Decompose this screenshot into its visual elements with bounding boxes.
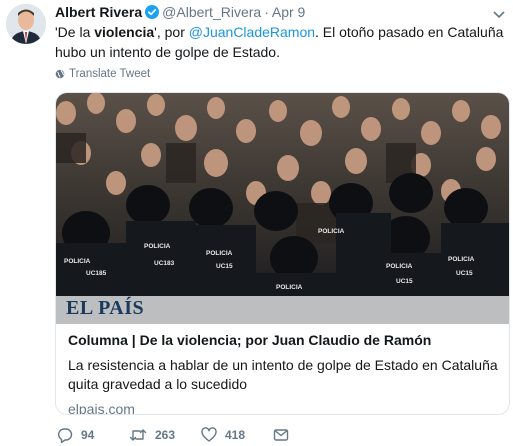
like-count: 418 [225, 428, 246, 442]
retweet-icon [129, 429, 147, 441]
svg-text:POLICIA: POLICIA [276, 284, 303, 291]
tweet-text-quote: 'De la [55, 24, 95, 40]
tweet-header: Albert Rivera @Albert_Rivera · Apr 9 [55, 3, 305, 23]
elpais-logo: EL PAÍS [66, 297, 145, 319]
svg-text:UC15: UC15 [396, 278, 413, 285]
svg-text:UC183: UC183 [154, 260, 175, 267]
reply-icon [58, 428, 73, 443]
translate-tweet-button[interactable]: Translate Tweet [55, 67, 150, 81]
avatar[interactable] [6, 4, 46, 44]
author-handle[interactable]: @Albert_Rivera [162, 4, 261, 20]
heart-icon [201, 427, 217, 442]
avatar-image [6, 4, 46, 44]
svg-text:POLICIA: POLICIA [318, 228, 345, 235]
svg-text:POLICIA: POLICIA [386, 263, 413, 270]
card-title[interactable]: Columna | De la violencia; por Juan Clau… [68, 331, 500, 350]
translate-label: Translate Tweet [69, 68, 151, 80]
tweet-text-mid: ', por [154, 24, 189, 40]
retweet-button[interactable]: 263 [129, 426, 175, 444]
tweet-date[interactable]: Apr 9 [272, 4, 305, 20]
card-domain: elpais.com [68, 401, 135, 415]
svg-text:POLICIA: POLICIA [206, 250, 233, 257]
direct-message-button[interactable] [273, 426, 289, 444]
like-button[interactable]: 418 [201, 426, 245, 444]
card-body: Columna | De la violencia; por Juan Clau… [68, 331, 500, 415]
svg-text:POLICIA: POLICIA [64, 258, 91, 265]
mention-link[interactable]: @JuanCladeRamon [189, 24, 315, 40]
card-image: POLICIA POLICIA POLICIA POLICIA POLICIA POL… [56, 93, 509, 324]
tweet: Albert Rivera @Albert_Rivera · Apr 9 'De la… [0, 0, 513, 446]
envelope-icon [273, 429, 289, 441]
svg-text:POLICIA: POLICIA [144, 243, 171, 250]
svg-text:UC185: UC185 [86, 270, 107, 277]
reply-button[interactable]: 94 [57, 426, 94, 444]
tweet-text-bold: violencia [94, 24, 155, 40]
tweet-text: 'De la violencia', por @JuanCladeRamon. … [55, 22, 510, 62]
retweet-count: 263 [155, 428, 176, 442]
svg-text:UC15: UC15 [216, 263, 233, 270]
link-card[interactable]: POLICIA POLICIA POLICIA POLICIA POLICIA POL… [55, 92, 510, 415]
svg-text:UC15: UC15 [456, 270, 473, 277]
globe-icon [55, 69, 65, 79]
verified-icon [145, 5, 160, 23]
author-name[interactable]: Albert Rivera [55, 4, 142, 20]
separator-dot: · [264, 4, 269, 20]
svg-text:POLICIA: POLICIA [448, 256, 475, 263]
card-description: La resistencia a hablar de un intento de… [68, 357, 498, 392]
reply-count: 94 [81, 428, 95, 442]
